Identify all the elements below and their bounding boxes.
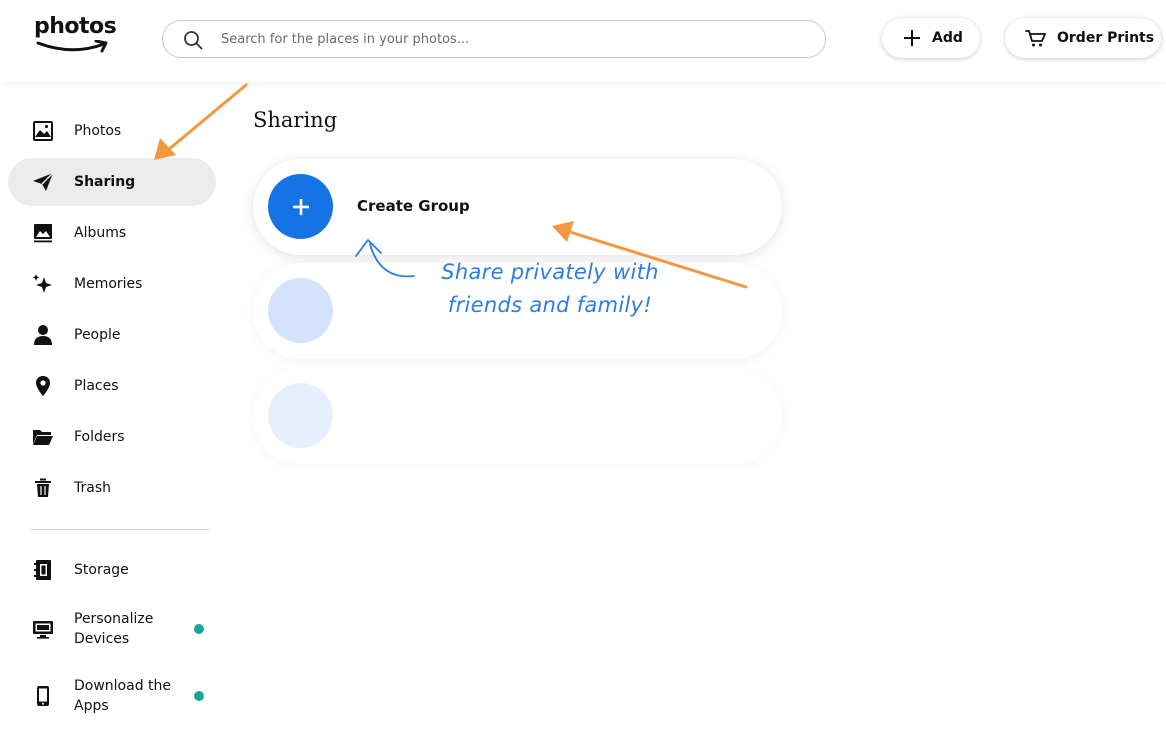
sidebar-item-storage[interactable]: Storage [8,546,216,594]
album-icon [32,222,54,244]
plus-icon [904,30,920,46]
sidebar-item-label: Folders [74,429,125,445]
sidebar-item-places[interactable]: Places [8,362,216,410]
top-header: photos Add Order Prints [0,0,1166,82]
add-button[interactable]: Add [882,18,980,58]
notification-badge [194,624,204,634]
paper-plane-icon [32,171,54,193]
cart-icon [1025,30,1046,47]
sidebar-item-label: Sharing [74,174,136,190]
sidebar-item-albums[interactable]: Albums [8,209,216,257]
person-icon [32,324,54,346]
location-pin-icon [32,375,54,397]
image-icon [32,120,54,142]
search-bar[interactable] [162,20,826,58]
create-group-label: Create Group [357,197,470,215]
folder-icon [32,426,54,448]
group-placeholder-avatar [268,383,333,448]
group-placeholder-card [253,368,782,464]
sidebar-item-photos[interactable]: Photos [8,107,216,155]
add-label: Add [932,30,963,46]
storage-icon [32,559,54,581]
search-input[interactable] [221,29,801,49]
sidebar-item-trash[interactable]: Trash [8,464,216,512]
sidebar-item-download-apps[interactable]: Download the Apps [8,671,216,721]
logo-text: photos [34,14,117,39]
sidebar-item-label: Photos [74,123,122,139]
sidebar-item-label: Storage [74,562,129,578]
sidebar-item-label: Trash [74,480,111,496]
search-icon [184,31,203,50]
sidebar-item-folders[interactable]: Folders [8,413,216,461]
order-prints-button[interactable]: Order Prints [1005,18,1161,58]
plus-icon [292,198,309,215]
sparkle-icon [32,273,54,295]
annotation-text: Share privately with friends and family! [441,260,659,317]
trash-icon [32,477,54,499]
amazon-photos-logo[interactable]: photos [34,14,117,60]
create-group-button[interactable] [268,174,333,239]
create-group-card[interactable]: Create Group [253,159,782,255]
notification-badge [194,691,204,701]
sidebar-item-label: Places [74,378,119,394]
monitor-icon [32,618,54,640]
sidebar-item-sharing[interactable]: Sharing [8,158,216,206]
sidebar-item-memories[interactable]: Memories [8,260,216,308]
sidebar-item-personalize-devices[interactable]: Personalize Devices [8,604,216,654]
sidebar-item-label: People [74,327,121,343]
sidebar-divider [31,529,209,530]
phone-icon [32,685,54,707]
sidebar-item-label: Download the Apps [74,678,172,714]
sidebar-item-label: Memories [74,276,143,292]
order-prints-label: Order Prints [1057,30,1155,46]
group-placeholder-avatar [268,278,333,343]
sidebar-item-people[interactable]: People [8,311,216,359]
sidebar-item-label: Albums [74,225,127,241]
smile-arrow-icon [36,40,108,53]
sidebar-item-label: Personalize Devices [74,611,154,647]
page-title: Sharing [253,108,338,132]
